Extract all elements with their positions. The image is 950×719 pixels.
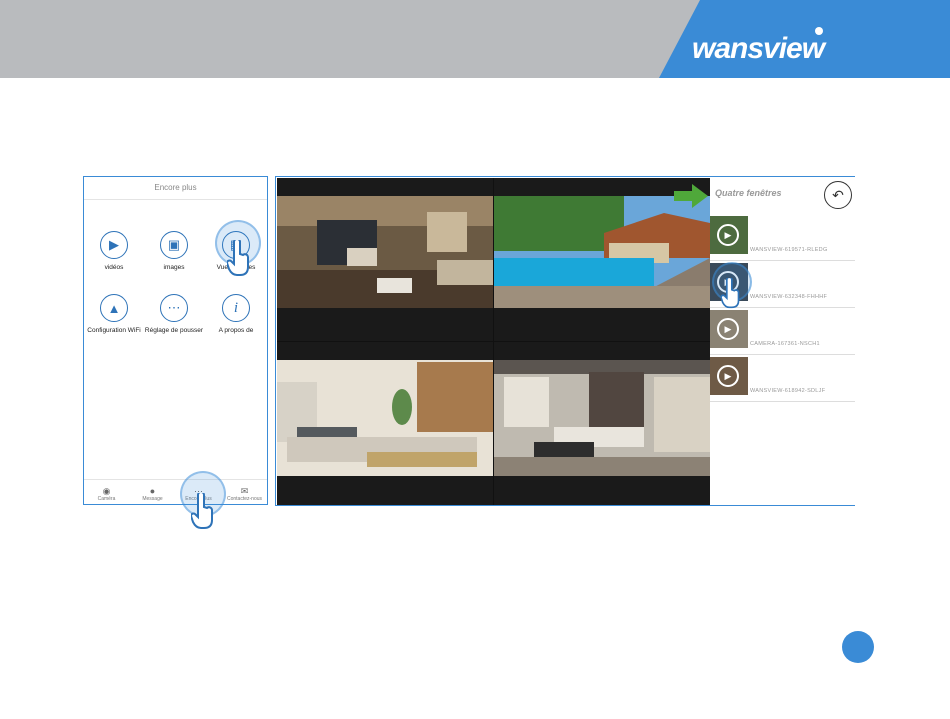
tap-hand-icon xyxy=(227,240,249,276)
tab-contact[interactable]: ✉ Contactez-nous xyxy=(222,486,267,502)
menu-label: images xyxy=(163,264,185,271)
menu-label: A propos de xyxy=(218,327,254,334)
play-icon[interactable]: ▶ xyxy=(717,224,739,246)
tab-label: Caméra xyxy=(97,496,116,502)
menu-label: Configuration WiFi xyxy=(87,327,141,334)
menu-label: vidéos xyxy=(104,264,124,271)
info-icon: i xyxy=(222,294,250,322)
tap-hand-icon xyxy=(191,493,213,529)
green-arrow-icon xyxy=(674,184,708,208)
camera-name: WANSVIEW-618942-SDLJF xyxy=(750,388,826,394)
tab-bar: ◉ Caméra ● Message ⋯ Encore plus ✉ Conta… xyxy=(84,479,267,504)
camera-thumbnail: ▶ xyxy=(710,357,748,395)
wifi-icon: ▲ xyxy=(100,294,128,322)
video-feed-4[interactable] xyxy=(494,342,710,505)
camera-name: WANSVIEW-632348-FHHHF xyxy=(750,294,828,300)
camera-name: CAMERA-167361-NSCH1 xyxy=(750,341,820,347)
menu-item-videos[interactable]: ▶ vidéos xyxy=(84,231,144,272)
menu-item-about[interactable]: i A propos de xyxy=(206,294,266,335)
video-feed-1[interactable] xyxy=(277,178,493,341)
mail-icon: ✉ xyxy=(240,486,249,496)
camera-list-panel: Quatre fenêtres ↶ ▶ WANSVIEW-619571-RLED… xyxy=(710,177,855,505)
camera-list-item[interactable]: ▶ WANSVIEW-619571-RLEDG xyxy=(710,214,855,261)
back-arrow-icon[interactable]: ↶ xyxy=(824,181,852,209)
menu-item-images[interactable]: ▣ images xyxy=(144,231,204,272)
camera-name: WANSVIEW-619571-RLEDG xyxy=(750,247,828,253)
video-feed-3[interactable] xyxy=(277,342,493,505)
camera-list-item[interactable]: ▶ WANSVIEW-618942-SDLJF xyxy=(710,355,855,402)
menu-item-push-settings[interactable]: ⋯ Réglage de pousser xyxy=(144,294,204,335)
panel-title: Quatre fenêtres xyxy=(715,188,782,198)
menu-label: Réglage de pousser xyxy=(144,327,204,334)
video-icon: ▶ xyxy=(100,231,128,259)
multi-view-screen: Quatre fenêtres ↶ ▶ WANSVIEW-619571-RLED… xyxy=(275,176,855,506)
play-icon[interactable]: ▶ xyxy=(717,365,739,387)
wansview-logo: wansview xyxy=(692,32,825,65)
brand-banner: wansview xyxy=(0,0,950,78)
tab-message[interactable]: ● Message xyxy=(130,486,175,502)
push-icon: ⋯ xyxy=(160,294,188,322)
message-icon: ● xyxy=(149,486,156,496)
play-icon[interactable]: ▶ xyxy=(717,318,739,340)
camera-list-item[interactable]: ▶ CAMERA-167361-NSCH1 xyxy=(710,308,855,355)
video-grid xyxy=(277,178,710,505)
camera-thumbnail: ▶ xyxy=(710,216,748,254)
image-icon: ▣ xyxy=(160,231,188,259)
tab-camera[interactable]: ◉ Caméra xyxy=(84,486,129,502)
menu-item-wifi-config[interactable]: ▲ Configuration WiFi xyxy=(84,294,144,335)
camera-thumbnail: ▶ xyxy=(710,310,748,348)
page-title: Encore plus xyxy=(84,177,267,200)
eye-icon: ◉ xyxy=(102,486,111,496)
tab-label: Message xyxy=(142,496,163,502)
page-indicator xyxy=(842,631,874,663)
tap-hand-icon xyxy=(721,278,740,309)
tab-label: Contactez-nous xyxy=(226,496,263,502)
